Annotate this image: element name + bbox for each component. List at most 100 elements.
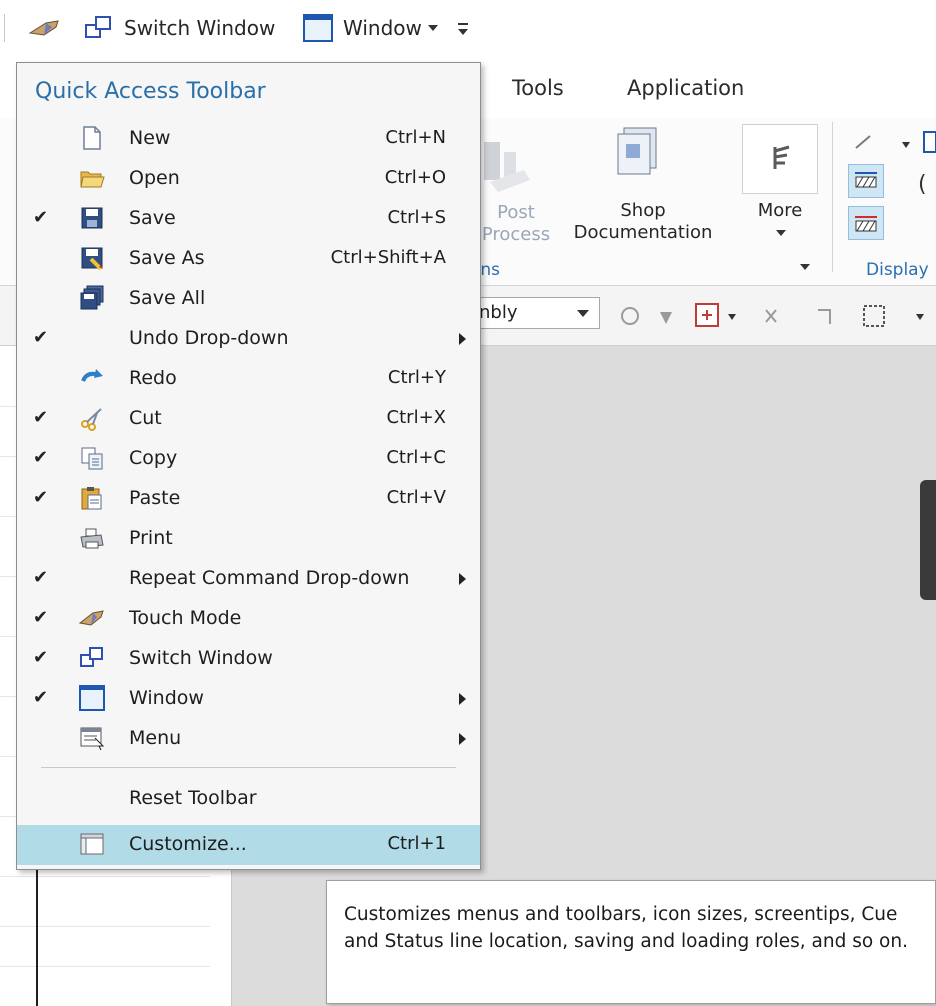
copy-icon	[81, 447, 103, 470]
more-icon	[773, 145, 790, 169]
tooltip-text: Customizes menus and toolbars, icon size…	[344, 904, 908, 952]
window-dropdown[interactable]: Window	[303, 12, 438, 44]
more-chevron-icon	[776, 230, 786, 236]
menu-item-save-all[interactable]: Save All	[17, 279, 480, 319]
display-tools-icon	[855, 131, 936, 153]
menu-item-open[interactable]: Open Ctrl+O	[17, 159, 480, 199]
check-icon: ✔	[33, 447, 49, 468]
menu-item-shortcut: Ctrl+O	[384, 167, 446, 188]
selection-filter-icons	[621, 303, 924, 327]
menu-item-shortcut: Ctrl+S	[387, 207, 446, 228]
more-label[interactable]: More	[742, 200, 818, 222]
menu-item-menu[interactable]: Menu	[17, 719, 480, 759]
menu-title: Quick Access Toolbar	[35, 79, 266, 104]
switch-window-label: Switch Window	[124, 16, 276, 40]
customize-tooltip: Customizes menus and toolbars, icon size…	[326, 880, 936, 1004]
menu-item-label: Switch Window	[129, 647, 273, 669]
quick-access-toolbar-menu: Quick Access Toolbar New Ctrl+N Open Ctr…	[16, 62, 481, 870]
clip-section-button[interactable]	[848, 206, 884, 240]
customize-dropdown-icon	[458, 23, 468, 35]
menu-item-save-as[interactable]: Save As Ctrl+Shift+A	[17, 239, 480, 279]
navigator-row-divider	[0, 966, 210, 967]
menu-item-shortcut: Ctrl+Shift+A	[330, 247, 446, 268]
menu-item-label: Save All	[129, 287, 206, 309]
save-icon	[81, 207, 103, 229]
qat-customize-dropdown[interactable]	[456, 12, 470, 44]
window-icon	[303, 14, 333, 42]
menu-item-print[interactable]: Print	[17, 519, 480, 559]
menu-item-shortcut: Ctrl+N	[385, 127, 446, 148]
menu-item-shortcut: Ctrl+1	[387, 833, 446, 854]
touch-mode-button[interactable]	[26, 12, 62, 44]
menu-item-paste[interactable]: ✔ Paste Ctrl+V	[17, 479, 480, 519]
switch-window-button[interactable]: Switch Window	[84, 12, 275, 44]
check-icon: ✔	[33, 407, 49, 428]
menu-divider	[41, 767, 456, 768]
menu-item-redo[interactable]: Redo Ctrl+Y	[17, 359, 480, 399]
check-icon: ✔	[33, 607, 49, 628]
check-icon: ✔	[33, 207, 49, 228]
menu-item-switch-window[interactable]: ✔ Switch Window	[17, 639, 480, 679]
check-icon: ✔	[33, 687, 49, 708]
menu-item-label: Save As	[129, 247, 205, 269]
display-extra-glyph: (	[918, 172, 927, 197]
menu-item-copy[interactable]: ✔ Copy Ctrl+C	[17, 439, 480, 479]
switch-window-icon	[80, 647, 103, 667]
menu-item-label: Touch Mode	[129, 607, 242, 629]
menu-item-label: Copy	[129, 447, 178, 469]
new-document-icon	[83, 126, 101, 150]
assembly-combo-value: nbly	[479, 302, 518, 323]
group-launcher-icon[interactable]	[800, 264, 810, 270]
menu-item-label: Save	[129, 207, 176, 229]
menu-item-label: Paste	[129, 487, 181, 509]
submenu-arrow-icon	[459, 733, 466, 745]
menu-item-touch-mode[interactable]: ✔ Touch Mode	[17, 599, 480, 639]
menu-item-label: Undo Drop-down	[129, 327, 289, 349]
menu-item-shortcut: Ctrl+C	[386, 447, 446, 468]
menu-item-shortcut: Ctrl+V	[386, 487, 446, 508]
menu-item-label: Customize...	[129, 833, 247, 855]
menu-item-label: Repeat Command Drop-down	[129, 567, 410, 589]
menu-item-repeat-command-dropdown[interactable]: ✔ Repeat Command Drop-down	[17, 559, 480, 599]
check-icon: ✔	[33, 327, 49, 348]
menu-item-save[interactable]: ✔ Save Ctrl+S	[17, 199, 480, 239]
menu-item-label: Window	[129, 687, 204, 709]
print-icon	[80, 528, 104, 549]
shop-documentation-label[interactable]: Shop Documentation	[558, 200, 728, 244]
section-view-button[interactable]	[848, 164, 884, 198]
save-as-icon	[81, 247, 103, 271]
menu-item-label: Cut	[129, 407, 162, 429]
clip-section-icon	[855, 216, 877, 232]
tab-application[interactable]: Application	[627, 76, 744, 100]
tab-tools[interactable]: Tools	[512, 76, 564, 100]
save-all-icon	[80, 285, 104, 310]
qat-separator	[4, 14, 5, 42]
check-icon: ✔	[33, 567, 49, 588]
cut-icon	[81, 408, 102, 431]
open-folder-icon	[80, 171, 105, 188]
menu-item-window[interactable]: ✔ Window	[17, 679, 480, 719]
menu-item-customize[interactable]: Customize... Ctrl+1	[17, 825, 480, 865]
check-icon: ✔	[33, 487, 49, 508]
quick-access-toolbar: Switch Window Window	[0, 0, 936, 60]
menu-item-undo-dropdown[interactable]: ✔ Undo Drop-down	[17, 319, 480, 359]
menu-icon	[80, 727, 105, 751]
touch-mode-icon	[79, 610, 104, 626]
menu-item-cut[interactable]: ✔ Cut Ctrl+X	[17, 399, 480, 439]
navigator-row-divider	[0, 926, 210, 927]
model-part[interactable]	[920, 480, 936, 600]
menu-item-label: Redo	[129, 367, 177, 389]
menu-item-new[interactable]: New Ctrl+N	[17, 119, 480, 159]
switch-window-icon	[85, 16, 111, 38]
post-process-label[interactable]: Post Process	[476, 202, 556, 246]
assembly-selection-combo[interactable]: nbly	[468, 297, 600, 329]
check-icon: ✔	[33, 647, 49, 668]
paste-icon	[81, 487, 102, 510]
menu-item-label: New	[129, 127, 171, 149]
redo-icon	[81, 369, 103, 382]
menu-item-reset-toolbar[interactable]: Reset Toolbar	[17, 779, 480, 819]
menu-item-label: Menu	[129, 727, 182, 749]
submenu-arrow-icon	[459, 333, 466, 345]
more-button-frame[interactable]	[742, 124, 818, 194]
touch-mode-icon	[28, 20, 59, 36]
